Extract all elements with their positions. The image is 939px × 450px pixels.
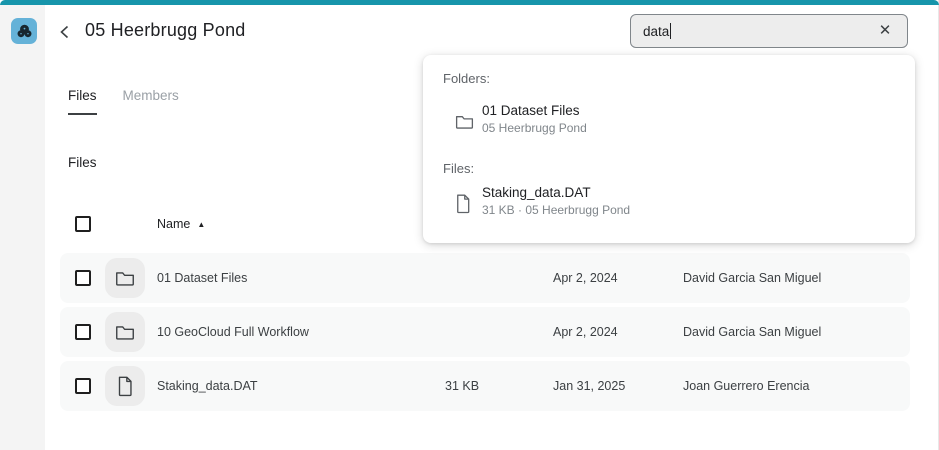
file-name: 01 Dataset Files [157, 271, 247, 285]
row-icon-chip [105, 366, 145, 406]
folder-icon [114, 267, 136, 289]
tab-bar: Files Members [68, 88, 179, 115]
table-row[interactable]: 01 Dataset Files Apr 2, 2024 David Garci… [60, 253, 910, 303]
table-row[interactable]: Staking_data.DAT 31 KB Jan 31, 2025 Joan… [60, 361, 910, 411]
files-section-label: Files [68, 155, 97, 170]
back-chevron-icon [57, 24, 73, 40]
sort-ascending-icon: ▲ [197, 220, 205, 229]
file-date: Jan 31, 2025 [553, 379, 625, 393]
search-input-value: data [643, 24, 669, 39]
tab-files[interactable]: Files [68, 88, 97, 115]
search-result-file[interactable]: Staking_data.DAT 31 KB · 05 Heerbrugg Po… [423, 183, 915, 227]
select-all-checkbox[interactable] [75, 216, 91, 232]
back-button[interactable] [54, 21, 76, 43]
clear-search-icon[interactable]: ✕ [875, 21, 895, 41]
tab-members[interactable]: Members [123, 88, 179, 115]
row-icon-chip [105, 312, 145, 352]
row-icon-chip [105, 258, 145, 298]
folder-icon [454, 111, 475, 132]
page-title: 05 Heerbrugg Pond [85, 20, 246, 41]
file-table: 01 Dataset Files Apr 2, 2024 David Garci… [60, 253, 910, 415]
file-name: Staking_data.DAT [157, 379, 258, 393]
name-header-label: Name [157, 217, 190, 231]
file-name: 10 GeoCloud Full Workflow [157, 325, 309, 339]
file-owner: David Garcia San Miguel [683, 325, 821, 339]
text-caret [670, 23, 671, 39]
file-icon [454, 193, 472, 214]
row-checkbox[interactable] [75, 270, 91, 286]
result-subtitle: 31 KB · 05 Heerbrugg Pond [482, 203, 630, 217]
row-checkbox[interactable] [75, 324, 91, 340]
result-title: 01 Dataset Files [482, 103, 580, 118]
file-date: Apr 2, 2024 [553, 325, 618, 339]
file-icon [115, 375, 135, 397]
search-result-folder[interactable]: 01 Dataset Files 05 Heerbrugg Pond [423, 101, 915, 145]
result-title: Staking_data.DAT [482, 185, 591, 200]
left-rail [0, 5, 45, 450]
name-column-header[interactable]: Name ▲ [157, 217, 205, 231]
dropdown-folders-label: Folders: [443, 71, 490, 86]
geocloud-logo-icon [15, 22, 34, 41]
search-input[interactable]: data ✕ [630, 14, 908, 48]
result-subtitle: 05 Heerbrugg Pond [482, 121, 587, 135]
window-top-accent [0, 0, 939, 5]
table-row[interactable]: 10 GeoCloud Full Workflow Apr 2, 2024 Da… [60, 307, 910, 357]
app-logo[interactable] [11, 18, 37, 44]
folder-icon [114, 321, 136, 343]
row-checkbox[interactable] [75, 378, 91, 394]
file-size: 31 KB [445, 379, 479, 393]
file-owner: Joan Guerrero Erencia [683, 379, 809, 393]
file-date: Apr 2, 2024 [553, 271, 618, 285]
search-results-dropdown: Folders: 01 Dataset Files 05 Heerbrugg P… [423, 55, 915, 243]
file-owner: David Garcia San Miguel [683, 271, 821, 285]
dropdown-files-label: Files: [443, 161, 474, 176]
